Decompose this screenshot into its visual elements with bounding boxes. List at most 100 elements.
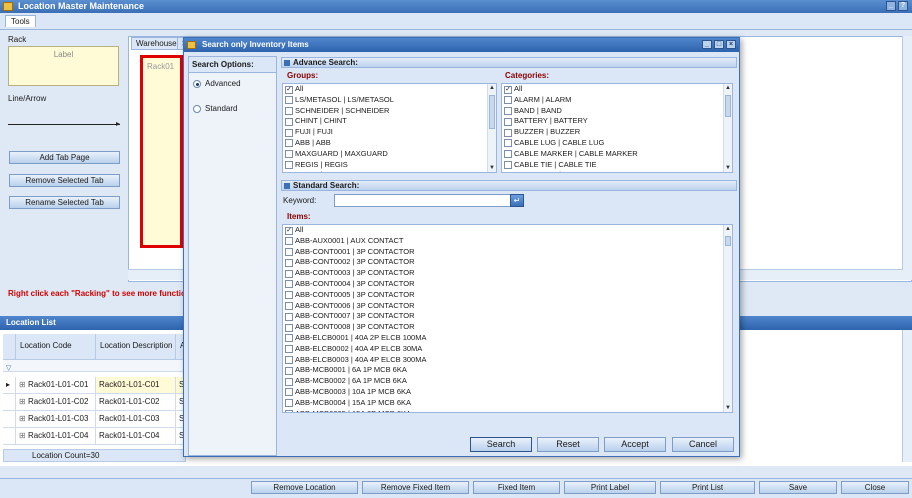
checkbox[interactable]: [285, 248, 293, 257]
checkbox[interactable]: [285, 269, 293, 278]
checkbox[interactable]: [285, 366, 293, 375]
list-item[interactable]: LS/METASOL | LS/METASOL: [283, 95, 496, 106]
grid-vertical-scrollbar[interactable]: [902, 330, 912, 462]
scroll-up-icon[interactable]: ▲: [724, 84, 732, 92]
checkbox[interactable]: [285, 161, 293, 170]
table-row-code[interactable]: ⊞ Rack01-L01-C04: [16, 428, 96, 445]
checkbox[interactable]: [285, 128, 293, 137]
label-tool[interactable]: Label: [8, 46, 119, 86]
print-list-button[interactable]: Print List: [660, 481, 755, 494]
checkbox[interactable]: [285, 237, 293, 246]
list-item[interactable]: ABB-CONT0008 | 3P CONTACTOR: [283, 322, 732, 333]
list-item[interactable]: BUZZER | BUZZER: [502, 127, 732, 138]
keyword-input[interactable]: [334, 194, 511, 207]
checkbox[interactable]: [285, 356, 293, 365]
list-item[interactable]: ABB-CONT0002 | 3P CONTACTOR: [283, 257, 732, 268]
checkbox[interactable]: [504, 107, 512, 116]
list-item[interactable]: ABB | ABB: [283, 138, 496, 149]
column-header-location-code[interactable]: Location Code: [16, 334, 96, 360]
list-item[interactable]: ABB-CONT0004 | 3P CONTACTOR: [283, 279, 732, 290]
items-list[interactable]: ✓ All ABB-AUX0001 | AUX CONTACT ABB-CONT000…: [282, 224, 733, 413]
list-item[interactable]: BAND | BAND: [502, 106, 732, 117]
checkbox[interactable]: [285, 334, 293, 343]
close-button[interactable]: Close: [841, 481, 909, 494]
list-item[interactable]: ✓ All: [283, 84, 496, 95]
scroll-down-icon[interactable]: ▼: [488, 164, 496, 172]
ribbon-tab-tools[interactable]: Tools: [5, 15, 36, 27]
fixed-item-button[interactable]: Fixed Item: [473, 481, 560, 494]
checkbox[interactable]: [504, 96, 512, 105]
scroll-up-icon[interactable]: ▲: [724, 225, 732, 233]
row-selector[interactable]: [3, 394, 16, 411]
table-row-code[interactable]: ⊞ Rack01-L01-C01: [16, 377, 96, 394]
list-item[interactable]: ABB-CONT0006 | 3P CONTACTOR: [283, 301, 732, 312]
list-item[interactable]: ABB-CONT0007 | 3P CONTACTOR: [283, 311, 732, 322]
scroll-thumb[interactable]: [725, 236, 731, 246]
list-item[interactable]: ABB-MCB0003 | 10A 1P MCB 6KA: [283, 387, 732, 398]
checkbox[interactable]: [285, 291, 293, 300]
list-item[interactable]: ABB-CONT0001 | 3P CONTACTOR: [283, 247, 732, 258]
radio-standard[interactable]: [193, 105, 201, 113]
checkbox[interactable]: ✓: [504, 85, 512, 94]
checkbox[interactable]: [285, 399, 293, 408]
checkbox[interactable]: [285, 388, 293, 397]
list-item[interactable]: ABB-ELCB0001 | 40A 2P ELCB 100MA: [283, 333, 732, 344]
list-item[interactable]: BATTERY | BATTERY: [502, 116, 732, 127]
checkbox[interactable]: [285, 410, 293, 412]
list-item[interactable]: ABB-ELCB0002 | 40A 4P ELCB 30MA: [283, 344, 732, 355]
categories-scrollbar[interactable]: ▲ ▼: [723, 84, 732, 172]
list-item[interactable]: SCHNEIDER | SCHNEIDER: [283, 106, 496, 117]
scroll-thumb[interactable]: [489, 95, 495, 129]
list-item[interactable]: ✓ All: [283, 225, 732, 236]
categories-list[interactable]: ✓ All ALARM | ALARM BAND | BAND BATTERY | BA…: [501, 83, 733, 173]
scroll-up-icon[interactable]: ▲: [488, 84, 496, 92]
list-item[interactable]: ABB-MCB0004 | 15A 1P MCB 6KA: [283, 398, 732, 409]
scroll-down-icon[interactable]: ▼: [724, 164, 732, 172]
help-icon[interactable]: ?: [898, 1, 908, 11]
checkbox[interactable]: [285, 96, 293, 105]
row-selector[interactable]: [3, 411, 16, 428]
print-label-button[interactable]: Print Label: [564, 481, 656, 494]
enter-icon[interactable]: ↵: [510, 194, 524, 207]
list-item[interactable]: CAPACITOR | CAPACITOR: [502, 170, 732, 172]
list-item[interactable]: CABLE LUG | CABLE LUG: [502, 138, 732, 149]
list-item[interactable]: ABB-MCB0001 | 6A 1P MCB 6KA: [283, 365, 732, 376]
search-button[interactable]: Search: [470, 437, 532, 452]
remove-location-button[interactable]: Remove Location: [251, 481, 358, 494]
canvas-vertical-scrollbar[interactable]: [902, 36, 912, 270]
groups-scrollbar[interactable]: ▲ ▼: [487, 84, 496, 172]
row-selector[interactable]: ▸: [3, 377, 16, 394]
list-item[interactable]: ✓ All: [502, 84, 732, 95]
rack-item[interactable]: Rack01: [140, 55, 183, 248]
checkbox[interactable]: [504, 128, 512, 137]
checkbox[interactable]: [285, 171, 293, 172]
checkbox[interactable]: [285, 258, 293, 267]
table-row-desc[interactable]: Rack01-L01-C02: [96, 394, 176, 411]
checkbox[interactable]: [504, 150, 512, 159]
maximize-icon[interactable]: □: [714, 40, 724, 49]
column-header-location-description[interactable]: Location Description: [96, 334, 176, 360]
rename-selected-tab-button[interactable]: Rename Selected Tab: [9, 196, 120, 209]
list-item[interactable]: MAXGUARD | MAXGUARD: [283, 149, 496, 160]
minimize-icon[interactable]: _: [886, 1, 896, 11]
checkbox[interactable]: [285, 280, 293, 289]
list-item[interactable]: FUJI | FUJI: [283, 127, 496, 138]
accept-button[interactable]: Accept: [604, 437, 666, 452]
checkbox[interactable]: [285, 345, 293, 354]
list-item[interactable]: REGIS | REGIS: [283, 160, 496, 171]
tab-warehouse[interactable]: Warehouse: [131, 37, 182, 50]
checkbox[interactable]: [504, 171, 512, 172]
checkbox[interactable]: [285, 323, 293, 332]
checkbox[interactable]: [504, 117, 512, 126]
list-item[interactable]: CHINT | CHINT: [283, 116, 496, 127]
list-item[interactable]: ABB-ELCB0003 | 40A 4P ELCB 300MA: [283, 355, 732, 366]
table-row-code[interactable]: ⊞ Rack01-L01-C02: [16, 394, 96, 411]
list-item[interactable]: ABB-MCB0005 | 15A 3P MCB 6KA: [283, 409, 732, 412]
checkbox[interactable]: [504, 161, 512, 170]
checkbox[interactable]: [285, 107, 293, 116]
scroll-down-icon[interactable]: ▼: [724, 404, 732, 412]
items-scrollbar[interactable]: ▲ ▼: [723, 225, 732, 412]
reset-button[interactable]: Reset: [537, 437, 599, 452]
groups-list[interactable]: ✓ All LS/METASOL | LS/METASOL SCHNEIDER | S…: [282, 83, 497, 173]
radio-advanced-label[interactable]: Advanced: [205, 79, 241, 88]
